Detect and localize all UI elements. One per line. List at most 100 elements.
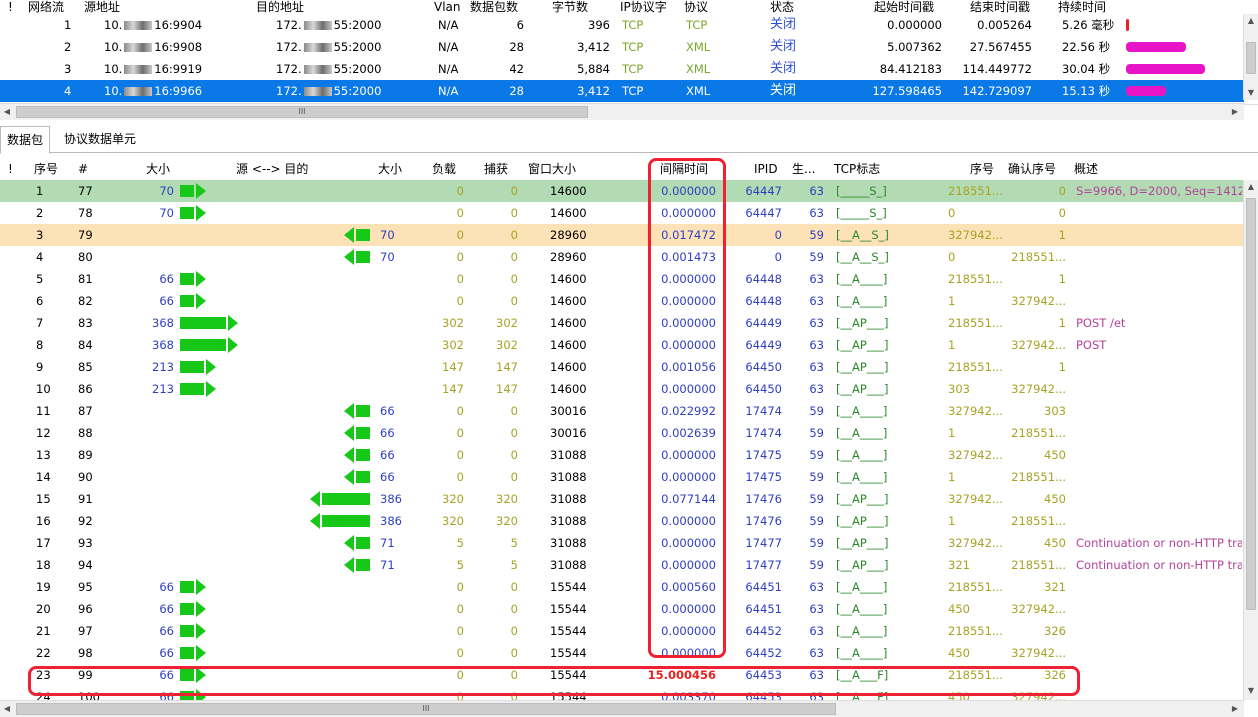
row-ipid: 64452 [745,624,782,638]
pcol-dir[interactable]: 源 <--> 目的 [236,158,308,180]
flow-row[interactable]: 2 10. 16:9908 172. 55:2000 N/A 28 3,412 TCP XML 关闭… [0,36,1244,58]
col-state[interactable]: 状态 [770,0,794,14]
table-row[interactable]: 1 77 70 0 0 14600 0.000000 64447 63 [_____S_] 2185… [0,180,1244,202]
table-row[interactable]: 8 84 368 302 302 14600 0.000000 64449 63 [__AP___… [0,334,1244,356]
pcol-summary[interactable]: 概述 [1074,158,1098,180]
row-id: 91 [78,492,93,506]
scroll-left-icon[interactable]: ◀ [0,105,14,119]
table-row[interactable]: 9 85 213 147 147 14600 0.001056 64450 63 [__AP___… [0,356,1244,378]
table-row[interactable]: 7 83 368 302 302 14600 0.000000 64449 63 [__AP___… [0,312,1244,334]
packets-hscroll-thumb[interactable]: III [16,703,836,715]
table-row[interactable]: 10 86 213 147 147 14600 0.000000 64450 63 [__AP__… [0,378,1244,400]
table-row[interactable]: 2 78 70 0 0 14600 0.000000 64447 63 [_____S_] 0 0 [0,202,1244,224]
pcol-ack[interactable]: 确认序号 [1008,158,1056,180]
pcol-size-r[interactable]: 大小 [378,158,402,180]
dst-suffix: 55:2000 [333,62,382,76]
col-bang[interactable]: ! [8,0,13,14]
col-dst[interactable]: 目的地址 [256,0,304,14]
col-end[interactable]: 结束时间戳 [970,0,1030,14]
flow-end: 142.729097 [962,84,1032,98]
scroll-left-icon[interactable]: ◀ [0,702,14,716]
row-payload: 0 [456,624,464,638]
packets-vscroll-thumb[interactable] [1246,198,1256,610]
col-proto[interactable]: 协议 [684,0,708,14]
pcol-captured[interactable]: 捕获 [484,158,508,180]
pcol-payload[interactable]: 负载 [432,158,456,180]
flow-vlan: N/A [438,62,459,76]
flow-pkts: 6 [516,18,524,32]
scroll-right-icon[interactable]: ▶ [1228,105,1242,119]
table-row[interactable]: 12 88 66 0 0 30016 0.002639 17474 59 [__A____] 1 21… [0,422,1244,444]
row-ttl: 59 [809,514,824,528]
col-src[interactable]: 源地址 [84,0,120,14]
table-row[interactable]: 18 94 71 5 5 31088 0.000000 17477 59 [__AP___] 321… [0,554,1244,576]
flows-vscroll-thumb[interactable] [1246,42,1256,74]
table-row[interactable]: 19 95 66 0 0 15544 0.000560 64451 63 [__A____] 218… [0,576,1244,598]
table-row[interactable]: 3 79 70 0 0 28960 0.017472 0 59 [__A__S_] 327942..… [0,224,1244,246]
packets-hscroll[interactable]: ◀ III ▶ [0,700,1244,717]
scroll-up-icon[interactable]: ▲ [1244,180,1258,194]
row-size-right: 66 [380,426,395,440]
pcol-tcpflags[interactable]: TCP标志 [834,158,880,180]
row-ack: 450 [1044,536,1066,550]
table-row[interactable]: 4 80 70 0 0 28960 0.001473 0 59 [__A__S_] 0 218551.… [0,246,1244,268]
table-row[interactable]: 6 82 66 0 0 14600 0.000000 64448 63 [__A____] 1 327… [0,290,1244,312]
row-ipid: 17476 [745,514,782,528]
col-bytes[interactable]: 字节数 [552,0,588,14]
table-row[interactable]: 22 98 66 0 0 15544 0.000000 64452 63 [__A____] 450… [0,642,1244,664]
scroll-right-icon[interactable]: ▶ [1228,702,1242,716]
flows-vscroll[interactable]: ▲ ▼ [1243,14,1258,100]
flows-hscroll-thumb[interactable]: III [16,106,588,118]
pcol-window[interactable]: 窗口大小 [528,158,576,180]
table-row[interactable]: 13 89 66 0 0 31088 0.000000 17475 59 [__A____] 327… [0,444,1244,466]
flow-row[interactable]: 4 10. 16:9966 172. 55:2000 N/A 28 3,412 TCP XML 关闭… [0,80,1244,102]
scroll-up-icon[interactable]: ▲ [1244,14,1258,28]
row-id: 86 [78,382,93,396]
col-start[interactable]: 起始时间戳 [874,0,934,14]
row-summary: POST [1076,338,1107,352]
row-payload: 320 [442,492,464,506]
table-row[interactable]: 21 97 66 0 0 15544 0.000000 64452 63 [__A____] 218… [0,620,1244,642]
flow-bytes: 5,884 [577,62,610,76]
pcol-bang[interactable]: ! [8,158,13,180]
packets-vscroll[interactable]: ▲ ▼ [1243,180,1258,700]
flow-row[interactable]: 3 10. 16:9919 172. 55:2000 N/A 42 5,884 TCP XML 关闭… [0,58,1244,80]
col-pkts[interactable]: 数据包数 [470,0,518,14]
flow-row[interactable]: 1 10. 16:9904 172. 55:2000 N/A 6 396 TCP TCP 关闭 0.0… [0,14,1244,36]
col-flow[interactable]: 网络流 [28,0,64,14]
col-dur[interactable]: 持续时间 [1058,0,1106,14]
pcol-ipid[interactable]: IPID [754,158,778,180]
arrow-left-icon [344,425,354,441]
flow-pkts: 28 [509,40,524,54]
table-row[interactable]: 15 91 386 320 320 31088 0.077144 17476 59 [__AP__… [0,488,1244,510]
pcol-hash[interactable]: # [78,158,88,180]
pcol-seq[interactable]: 序号 [970,158,994,180]
pcol-ttl[interactable]: 生... [792,158,815,180]
table-row[interactable]: 16 92 386 320 320 31088 0.000000 17476 59 [__AP__… [0,510,1244,532]
row-ipid: 17474 [745,404,782,418]
table-row[interactable]: 17 93 71 5 5 31088 0.000000 17477 59 [__AP___] 327… [0,532,1244,554]
table-row[interactable]: 20 96 66 0 0 15544 0.000000 64451 63 [__A____] 450… [0,598,1244,620]
row-ack: 0 [1058,184,1066,198]
row-payload: 0 [456,426,464,440]
row-size-left: 66 [159,580,174,594]
tab-packets[interactable]: 数据包 [0,126,51,154]
col-ipproto[interactable]: IP协议字 [620,0,667,14]
table-row[interactable]: 11 87 66 0 0 30016 0.022992 17474 59 [__A____] 327… [0,400,1244,422]
scroll-down-icon[interactable]: ▼ [1244,86,1258,100]
row-ipid: 64450 [745,360,782,374]
flows-table[interactable]: ! 网络流 源地址 目的地址 Vlan 数据包数 字节数 IP协议字 协议 状态… [0,0,1258,120]
table-row[interactable]: 14 90 66 0 0 31088 0.000000 17475 59 [__A____] 1 21… [0,466,1244,488]
row-tcpflags: [__A____] [836,580,888,594]
col-vlan[interactable]: Vlan [434,0,461,14]
tab-pdu[interactable]: 协议数据单元 [58,126,142,152]
pcol-size-l[interactable]: 大小 [146,158,170,180]
scroll-down-icon[interactable]: ▼ [1244,684,1258,698]
row-captured: 0 [510,404,518,418]
pcol-seqno[interactable]: 序号 [34,158,58,180]
flows-hscroll[interactable]: ◀ III ▶ [0,103,1244,120]
row-ipid: 64447 [745,206,782,220]
row-id: 82 [78,294,93,308]
row-seq: 321 [948,558,970,572]
table-row[interactable]: 5 81 66 0 0 14600 0.000000 64448 63 [__A____] 2185… [0,268,1244,290]
